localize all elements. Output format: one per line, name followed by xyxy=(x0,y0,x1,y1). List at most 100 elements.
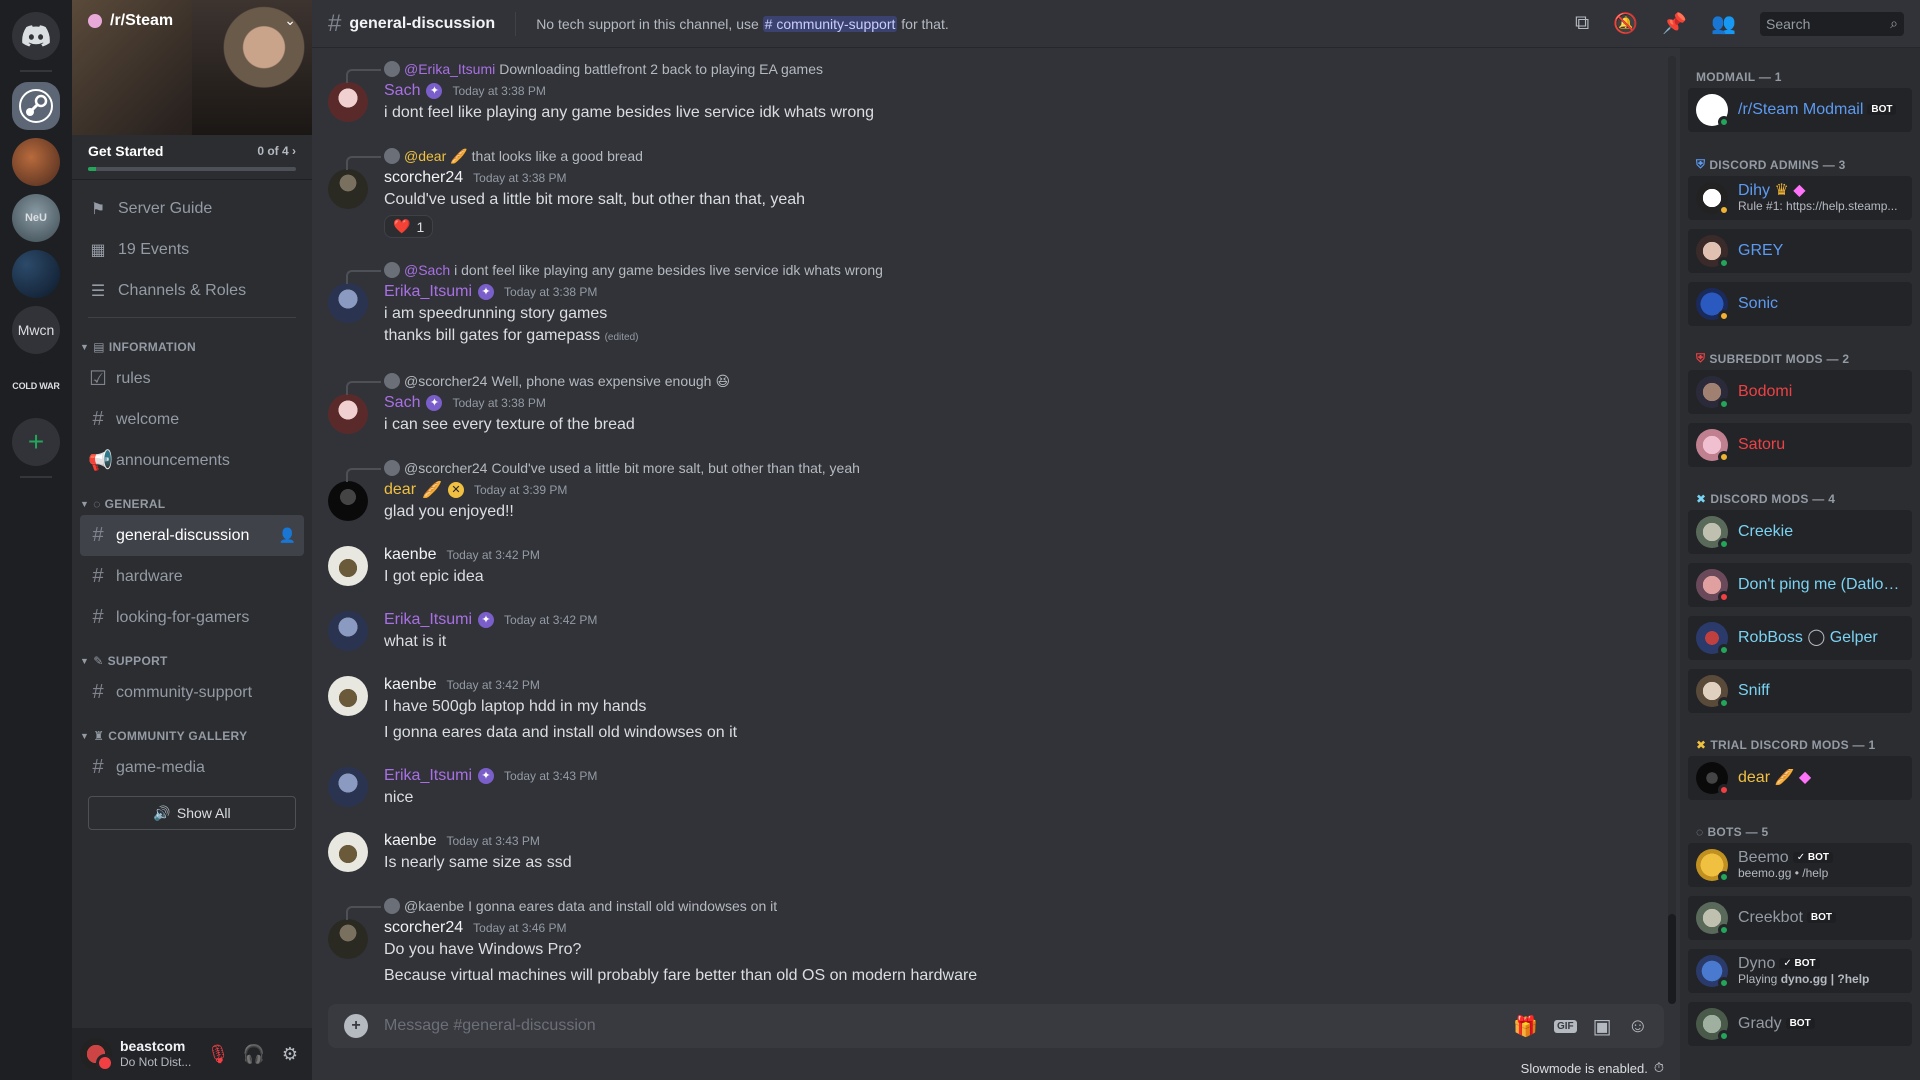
show-all-button[interactable]: 🔊 Show All xyxy=(88,796,296,830)
member-list-icon[interactable]: 👥 xyxy=(1711,11,1736,36)
mute-microphone-icon[interactable]: 🎙 xyxy=(204,1044,232,1065)
member-item[interactable]: Creekbot BOT xyxy=(1688,896,1912,940)
avatar[interactable] xyxy=(328,82,368,122)
message[interactable]: @scorcher24 Could've used a little bit mo… xyxy=(312,455,1680,525)
category-support[interactable]: ▼ ✎ SUPPORT xyxy=(80,638,304,672)
category-general[interactable]: ▼ ◌ GENERAL xyxy=(80,481,304,515)
gift-icon[interactable]: 🎁 xyxy=(1513,1014,1538,1039)
user-info[interactable]: beastcom Do Not Dist... xyxy=(120,1038,196,1069)
avatar[interactable] xyxy=(328,767,368,807)
avatar[interactable] xyxy=(328,919,368,959)
scrollbar-thumb[interactable] xyxy=(1668,914,1676,1004)
channel-looking-for-gamers[interactable]: # looking-for-gamers xyxy=(80,597,304,638)
author-name[interactable]: kaenbe xyxy=(384,546,437,564)
avatar[interactable] xyxy=(328,832,368,872)
author-name[interactable]: kaenbe xyxy=(384,676,437,694)
reply-preview[interactable]: @dear 🥖 that looks like a good bread xyxy=(346,145,1664,170)
server-icon[interactable] xyxy=(12,138,60,186)
scrollbar[interactable] xyxy=(1668,56,1676,1004)
avatar[interactable] xyxy=(328,676,368,716)
channel-mention[interactable]: # community-support xyxy=(762,15,898,32)
avatar[interactable] xyxy=(80,1038,114,1072)
pin-icon[interactable]: 📌 xyxy=(1662,11,1687,36)
channel-community-support[interactable]: # community-support xyxy=(80,672,304,713)
author-name[interactable]: dear xyxy=(384,481,416,499)
category-community-gallery[interactable]: ▼ ♜ COMMUNITY GALLERY xyxy=(80,713,304,747)
threads-icon[interactable]: ⧉ xyxy=(1575,12,1589,35)
emoji-icon[interactable]: ☺ xyxy=(1628,1015,1648,1038)
author-name[interactable]: Erika_Itsumi xyxy=(384,283,472,301)
member-item[interactable]: Dyno ✓ BOT Playing dyno.gg | ?help xyxy=(1688,949,1912,993)
gear-icon[interactable]: ⚙ xyxy=(276,1044,304,1065)
message[interactable]: kaenbe Today at 3:42 PM I have 500gb lapt… xyxy=(312,672,1680,746)
avatar[interactable] xyxy=(328,169,368,209)
add-attachment-icon[interactable]: + xyxy=(344,1014,368,1038)
member-item[interactable]: Don't ping me (Datlos... xyxy=(1688,563,1912,607)
member-item[interactable]: Creekie xyxy=(1688,510,1912,554)
avatar[interactable] xyxy=(328,611,368,651)
get-started-panel[interactable]: Get Started 0 of 4 › xyxy=(72,135,312,180)
member-item[interactable]: Satoru xyxy=(1688,423,1912,467)
member-item[interactable]: GREY xyxy=(1688,229,1912,273)
message[interactable]: kaenbe Today at 3:43 PM Is nearly same si… xyxy=(312,828,1680,876)
avatar[interactable] xyxy=(328,546,368,586)
search-input[interactable]: Search ⌕ xyxy=(1760,11,1904,36)
channel-game-media[interactable]: # game-media xyxy=(80,747,304,788)
avatar[interactable] xyxy=(328,283,368,323)
add-member-icon[interactable]: 👤 xyxy=(279,527,296,544)
reply-preview[interactable]: @scorcher24 Well, phone was expensive eno… xyxy=(346,370,1664,395)
server-mwcn-icon[interactable]: Mwcn xyxy=(12,306,60,354)
avatar[interactable] xyxy=(328,481,368,521)
add-server-icon[interactable]: + xyxy=(12,418,60,466)
author-name[interactable]: scorcher24 xyxy=(384,919,463,937)
channel-topic[interactable]: No tech support in this channel, use # c… xyxy=(536,15,1551,32)
channels-roles-link[interactable]: ☰ Channels & Roles xyxy=(80,270,304,311)
message[interactable]: Erika_Itsumi ✦ Today at 3:43 PM nice xyxy=(312,763,1680,811)
server-steam-icon[interactable] xyxy=(12,82,60,130)
member-item[interactable]: Grady BOT xyxy=(1688,1002,1912,1046)
reply-preview[interactable]: @Sach i dont feel like playing any game b… xyxy=(346,259,1664,284)
channel-general-discussion[interactable]: # general-discussion 👤 xyxy=(80,515,304,556)
message[interactable]: @Sach i dont feel like playing any game b… xyxy=(312,257,1680,351)
server-neu-icon[interactable]: NeU xyxy=(12,194,60,242)
author-name[interactable]: Sach xyxy=(384,394,420,412)
member-item[interactable]: Dihy ♛ ◆ Rule #1: https://help.steamp... xyxy=(1688,176,1912,220)
headphones-icon[interactable]: 🎧 xyxy=(240,1044,268,1065)
reply-preview[interactable]: @kaenbe I gonna eares data and install ol… xyxy=(346,895,1664,920)
server-guide-link[interactable]: ⚑ Server Guide xyxy=(80,188,304,229)
member-item[interactable]: Beemo ✓ BOT beemo.gg • /help xyxy=(1688,843,1912,887)
channel-announcements[interactable]: 📢 announcements xyxy=(80,440,304,481)
events-link[interactable]: ▦ 19 Events xyxy=(80,229,304,270)
notification-bell-muted-icon[interactable]: 🔕 xyxy=(1613,11,1638,36)
member-item[interactable]: /r/Steam Modmail BOT xyxy=(1688,88,1912,132)
channel-rules[interactable]: ☑ rules xyxy=(80,358,304,399)
message[interactable]: @scorcher24 Well, phone was expensive eno… xyxy=(312,368,1680,438)
server-icon[interactable] xyxy=(12,250,60,298)
channel-hardware[interactable]: # hardware xyxy=(80,556,304,597)
member-item[interactable]: RobBoss ◯ Gelper xyxy=(1688,616,1912,660)
guild-header[interactable]: /r/Steam xyxy=(88,12,173,30)
channel-welcome[interactable]: # welcome xyxy=(80,399,304,440)
reply-preview[interactable]: @scorcher24 Could've used a little bit mo… xyxy=(346,457,1664,482)
guild-banner[interactable]: /r/Steam ⌄ xyxy=(72,0,312,135)
author-name[interactable]: Sach xyxy=(384,82,420,100)
author-name[interactable]: Erika_Itsumi xyxy=(384,767,472,785)
message[interactable]: @Erika_Itsumi Downloading battlefront 2 b… xyxy=(312,56,1680,126)
reply-preview[interactable]: @Erika_Itsumi Downloading battlefront 2 b… xyxy=(346,58,1664,83)
message[interactable]: @kaenbe I gonna eares data and install ol… xyxy=(312,893,1680,989)
message-input[interactable]: Message #general-discussion xyxy=(384,1017,1497,1035)
member-item[interactable]: dear 🥖 ◆ xyxy=(1688,756,1912,800)
member-item[interactable]: Bodomi xyxy=(1688,370,1912,414)
gif-icon[interactable]: GIF xyxy=(1554,1019,1577,1033)
discord-home-icon[interactable] xyxy=(12,12,60,60)
message[interactable]: Erika_Itsumi ✦ Today at 3:42 PM what is it xyxy=(312,607,1680,655)
category-information[interactable]: ▼ ▤ INFORMATION xyxy=(80,324,304,358)
message[interactable]: @dear 🥖 that looks like a good bread scorc… xyxy=(312,143,1680,240)
chevron-down-icon[interactable]: ⌄ xyxy=(284,12,296,29)
server-cold-war-icon[interactable]: COLD WAR xyxy=(12,362,60,410)
member-item[interactable]: Sniff xyxy=(1688,669,1912,713)
avatar[interactable] xyxy=(328,394,368,434)
author-name[interactable]: Erika_Itsumi xyxy=(384,611,472,629)
author-name[interactable]: scorcher24 xyxy=(384,169,463,187)
author-name[interactable]: kaenbe xyxy=(384,832,437,850)
